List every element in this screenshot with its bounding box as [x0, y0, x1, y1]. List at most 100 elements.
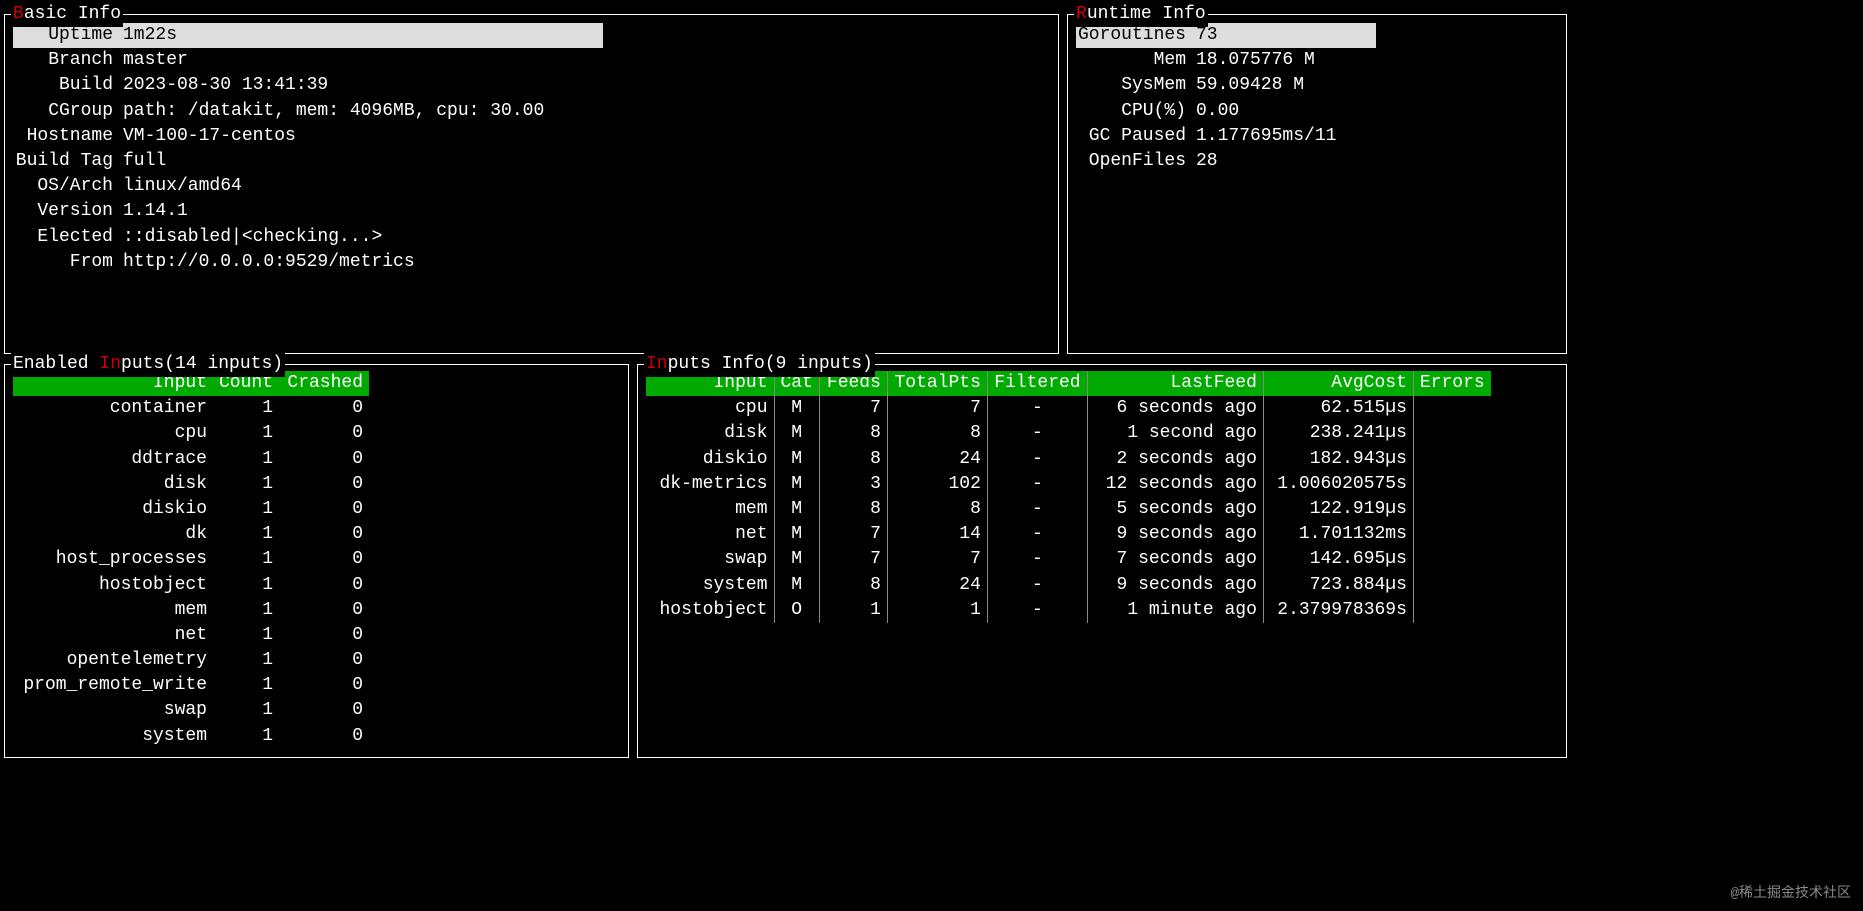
- table-row[interactable]: netM714-9 seconds ago1.701132ms: [646, 522, 1491, 547]
- cell: 7: [887, 547, 987, 572]
- kv-row[interactable]: CGrouppath: /datakit, mem: 4096MB, cpu: …: [13, 99, 1050, 124]
- kv-row[interactable]: Mem18.075776 M: [1076, 48, 1558, 73]
- cell: [1413, 598, 1490, 623]
- cell: disk: [13, 472, 213, 497]
- table-row[interactable]: cpuM77-6 seconds ago62.515µs: [646, 396, 1491, 421]
- table-row[interactable]: dk-metricsM3102-12 seconds ago1.00602057…: [646, 472, 1491, 497]
- kv-value: 1.177695ms/11: [1196, 124, 1336, 149]
- kv-row[interactable]: CPU(%)0.00: [1076, 99, 1558, 124]
- table-row[interactable]: memM88-5 seconds ago122.919µs: [646, 497, 1491, 522]
- cell: 7 seconds ago: [1087, 547, 1263, 572]
- kv-label: GC Paused: [1076, 124, 1196, 149]
- cell: dk-metrics: [646, 472, 774, 497]
- table-row[interactable]: mem10: [13, 598, 369, 623]
- kv-row[interactable]: Build Tagfull: [13, 149, 1050, 174]
- enabled-inputs-table[interactable]: InputCountCrashed container10cpu10ddtrac…: [13, 371, 369, 749]
- cell: M: [774, 396, 819, 421]
- cell: 122.919µs: [1263, 497, 1413, 522]
- enabled-inputs-title: Enabled Inputs(14 inputs): [11, 352, 285, 377]
- kv-row[interactable]: SysMem59.09428 M: [1076, 73, 1558, 98]
- table-row[interactable]: prom_remote_write10: [13, 673, 369, 698]
- kv-value: master: [123, 48, 188, 73]
- cell: M: [774, 573, 819, 598]
- basic-info-title: Basic Info: [11, 2, 123, 27]
- cell: 62.515µs: [1263, 396, 1413, 421]
- cell: 1: [213, 698, 279, 723]
- kv-value: linux/amd64: [123, 174, 242, 199]
- cell: -: [987, 573, 1087, 598]
- basic-info-list[interactable]: Uptime1m22sBranchmasterBuild2023-08-30 1…: [13, 21, 1050, 275]
- cell: 7: [819, 522, 887, 547]
- cell: 1: [213, 522, 279, 547]
- table-row[interactable]: system10: [13, 724, 369, 749]
- enabled-inputs-panel: Enabled Inputs(14 inputs) InputCountCras…: [4, 364, 629, 758]
- cell: 6 seconds ago: [1087, 396, 1263, 421]
- kv-row[interactable]: HostnameVM-100-17-centos: [13, 124, 1050, 149]
- cell: 1: [213, 396, 279, 421]
- cell: 7: [887, 396, 987, 421]
- cell: 7: [819, 547, 887, 572]
- kv-row[interactable]: Branchmaster: [13, 48, 1050, 73]
- kv-label: OpenFiles: [1076, 149, 1196, 174]
- inputs-info-table[interactable]: InputCatFeedsTotalPtsFilteredLastFeedAvg…: [646, 371, 1491, 623]
- cell: -: [987, 522, 1087, 547]
- table-row[interactable]: diskioM824-2 seconds ago182.943µs: [646, 447, 1491, 472]
- kv-row[interactable]: Version1.14.1: [13, 199, 1050, 224]
- cell: 723.884µs: [1263, 573, 1413, 598]
- kv-row[interactable]: OpenFiles28: [1076, 149, 1558, 174]
- inputs-info-title: Inputs Info(9 inputs): [644, 352, 875, 377]
- table-row[interactable]: host_processes10: [13, 547, 369, 572]
- table-row[interactable]: cpu10: [13, 421, 369, 446]
- kv-row[interactable]: OS/Archlinux/amd64: [13, 174, 1050, 199]
- cell: diskio: [13, 497, 213, 522]
- table-row[interactable]: diskio10: [13, 497, 369, 522]
- runtime-info-panel: Runtime Info Goroutines73Mem18.075776 MS…: [1067, 14, 1567, 354]
- cell: 0: [279, 698, 369, 723]
- kv-row[interactable]: Build2023-08-30 13:41:39: [13, 73, 1050, 98]
- basic-info-panel: Basic Info Uptime1m22sBranchmasterBuild2…: [4, 14, 1059, 354]
- cell: 1: [213, 598, 279, 623]
- cell: 8: [819, 573, 887, 598]
- kv-row[interactable]: Elected::disabled|<checking...>: [13, 225, 1050, 250]
- kv-row[interactable]: Fromhttp://0.0.0.0:9529/metrics: [13, 250, 1050, 275]
- cell: hostobject: [13, 573, 213, 598]
- cell: 1: [213, 724, 279, 749]
- table-row[interactable]: swapM77-7 seconds ago142.695µs: [646, 547, 1491, 572]
- kv-label: CPU(%): [1076, 99, 1196, 124]
- kv-label: Elected: [13, 225, 123, 250]
- table-row[interactable]: hostobject10: [13, 573, 369, 598]
- cell: [1413, 497, 1490, 522]
- kv-label: Branch: [13, 48, 123, 73]
- cell: M: [774, 522, 819, 547]
- cell: [1413, 547, 1490, 572]
- kv-label: OS/Arch: [13, 174, 123, 199]
- cell: 0: [279, 547, 369, 572]
- table-row[interactable]: systemM824-9 seconds ago723.884µs: [646, 573, 1491, 598]
- cell: swap: [13, 698, 213, 723]
- cell: 8: [819, 421, 887, 446]
- cell: 1 minute ago: [1087, 598, 1263, 623]
- cell: 0: [279, 421, 369, 446]
- cell: M: [774, 421, 819, 446]
- cell: 1: [887, 598, 987, 623]
- table-row[interactable]: container10: [13, 396, 369, 421]
- table-row[interactable]: disk10: [13, 472, 369, 497]
- table-row[interactable]: opentelemetry10: [13, 648, 369, 673]
- cell: -: [987, 497, 1087, 522]
- cell: 1: [213, 648, 279, 673]
- table-row[interactable]: dk10: [13, 522, 369, 547]
- cell: opentelemetry: [13, 648, 213, 673]
- table-row[interactable]: diskM88-1 second ago238.241µs: [646, 421, 1491, 446]
- kv-value: VM-100-17-centos: [123, 124, 296, 149]
- table-row[interactable]: hostobjectO11-1 minute ago2.379978369s: [646, 598, 1491, 623]
- cell: 1: [213, 421, 279, 446]
- cell: 0: [279, 598, 369, 623]
- runtime-info-list[interactable]: Goroutines73Mem18.075776 MSysMem59.09428…: [1076, 21, 1558, 174]
- table-row[interactable]: ddtrace10: [13, 447, 369, 472]
- table-row[interactable]: net10: [13, 623, 369, 648]
- cell: 1: [213, 447, 279, 472]
- table-row[interactable]: swap10: [13, 698, 369, 723]
- kv-row[interactable]: GC Paused1.177695ms/11: [1076, 124, 1558, 149]
- cell: 0: [279, 396, 369, 421]
- cell: mem: [646, 497, 774, 522]
